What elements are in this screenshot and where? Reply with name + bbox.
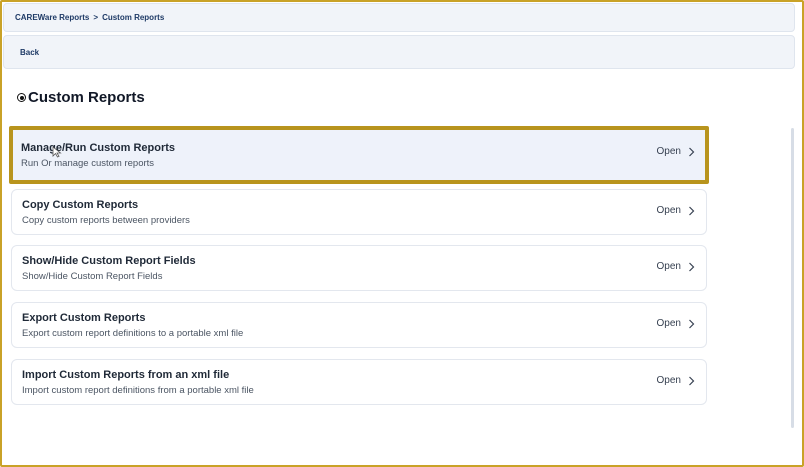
card-manage-run-custom-reports[interactable]: Manage/Run Custom Reports Run Or manage … (9, 126, 709, 184)
breadcrumb: CAREWare Reports > Custom Reports (3, 3, 795, 32)
card-description: Import custom report definitions from a … (22, 385, 254, 396)
open-label: Open (656, 146, 681, 157)
card-title: Copy Custom Reports (22, 199, 139, 211)
open-button[interactable]: Open (657, 205, 695, 216)
chevron-right-icon (689, 206, 695, 215)
card-show-hide-custom-report-fields[interactable]: Show/Hide Custom Report Fields Show/Hide… (11, 245, 707, 291)
breadcrumb-item-careware-reports[interactable]: CAREWare Reports (15, 13, 89, 22)
card-description: Export custom report definitions to a po… (22, 328, 244, 339)
card-title: Import Custom Reports from an xml file (22, 369, 230, 381)
back-bar: Back (3, 35, 795, 69)
card-description: Copy custom reports between providers (22, 215, 190, 226)
open-label: Open (656, 205, 681, 216)
page-title-text: Custom Reports (28, 89, 145, 106)
radio-target-icon (17, 93, 26, 102)
card-title: Show/Hide Custom Report Fields (22, 255, 196, 267)
open-button[interactable]: Open (657, 375, 695, 386)
page-title: Custom Reports (17, 89, 145, 106)
card-description: Show/Hide Custom Report Fields (22, 271, 163, 282)
chevron-right-icon (689, 376, 695, 385)
mouse-cursor-icon (52, 146, 62, 158)
open-button[interactable]: Open (657, 146, 695, 157)
open-button[interactable]: Open (657, 261, 695, 272)
chevron-right-icon (689, 262, 695, 271)
card-import-custom-reports[interactable]: Import Custom Reports from an xml file I… (11, 359, 707, 405)
breadcrumb-item-custom-reports[interactable]: Custom Reports (102, 13, 164, 22)
card-title: Export Custom Reports (22, 312, 146, 324)
card-title: Manage/Run Custom Reports (21, 142, 176, 154)
open-label: Open (656, 318, 681, 329)
chevron-right-icon (689, 319, 695, 328)
open-button[interactable]: Open (657, 318, 695, 329)
card-description: Run Or manage custom reports (21, 158, 155, 169)
card-export-custom-reports[interactable]: Export Custom Reports Export custom repo… (11, 302, 707, 348)
open-label: Open (656, 261, 681, 272)
chevron-right-icon (689, 147, 695, 156)
back-button[interactable]: Back (20, 48, 39, 57)
open-label: Open (656, 375, 681, 386)
vertical-scrollbar[interactable] (791, 128, 794, 428)
breadcrumb-separator: > (93, 13, 99, 22)
card-copy-custom-reports[interactable]: Copy Custom Reports Copy custom reports … (11, 189, 707, 235)
